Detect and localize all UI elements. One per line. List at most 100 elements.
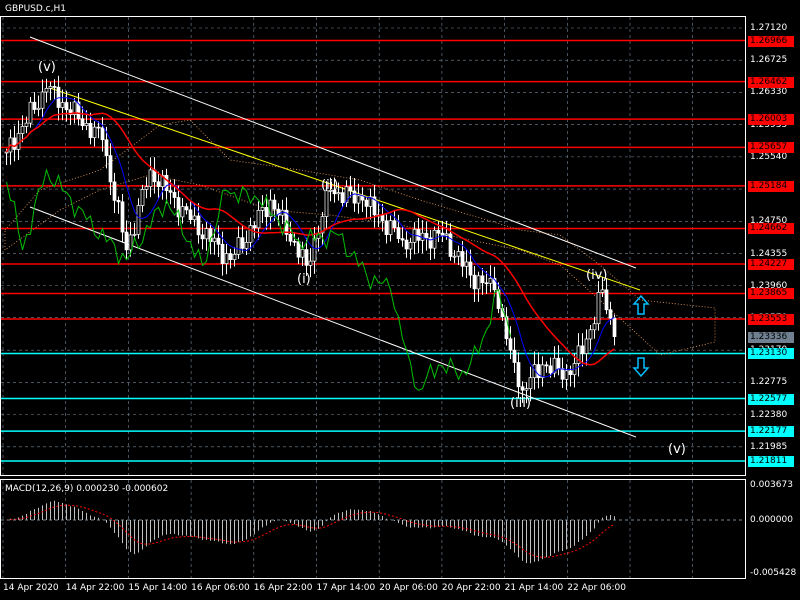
candle-body [356, 195, 361, 204]
candle-body [44, 88, 49, 93]
candle-body [88, 122, 93, 139]
candle-body [64, 102, 69, 111]
candle-body [476, 275, 481, 290]
candle-body [80, 118, 85, 127]
candle-body [232, 253, 237, 260]
candle-body [164, 174, 169, 192]
candle-body [216, 237, 221, 245]
time-axis-label: 22 Apr 06:00 [567, 583, 626, 593]
price-tick-label: 1.21985 [750, 441, 788, 452]
candle-body [424, 232, 429, 239]
candle-body [148, 169, 153, 187]
candle-body [580, 345, 585, 355]
candle-body [204, 228, 209, 240]
main-pane-border [0, 16, 746, 476]
candle-body [312, 238, 317, 262]
candle-body [340, 192, 345, 204]
candle-body [144, 186, 149, 190]
candle-body [408, 242, 413, 250]
price-tick-label: 1.22775 [750, 377, 788, 388]
candle-body [452, 255, 457, 258]
candle-body [132, 233, 137, 236]
candle-body [292, 240, 297, 243]
support-price-label: 1.23130 [748, 348, 794, 360]
chart-window[interactable]: GBPUSD.c,H1 MACD(12,26,9) 0.000230 -0.00… [0, 0, 800, 600]
candle-body [244, 242, 249, 249]
candle-body [200, 234, 205, 240]
candle-body [40, 91, 45, 109]
candle-body [20, 126, 25, 134]
candle-body [136, 205, 141, 235]
candle-body [192, 215, 197, 221]
candle-body [128, 234, 133, 251]
time-axis-label: 17 Apr 14:00 [316, 583, 376, 593]
candle-body [240, 237, 245, 249]
macd-tick-label: -0.005428 [750, 568, 797, 578]
candle-body [380, 214, 385, 222]
resistance-price-label: 1.26003 [748, 114, 794, 126]
candle-body [364, 199, 369, 207]
candle-body [348, 186, 353, 192]
candle-body [520, 386, 525, 391]
candle-body [488, 277, 493, 284]
candle-body [220, 243, 225, 264]
resistance-price-label: 1.25657 [748, 142, 794, 154]
candle-body [560, 368, 565, 380]
candle-body [140, 189, 145, 206]
candle-body [180, 206, 185, 218]
candle-body [508, 338, 513, 351]
macd-label: MACD(12,26,9) 0.000230 -0.000602 [5, 484, 169, 494]
candle-body [596, 292, 601, 325]
candle-body [92, 126, 97, 139]
candle-body [300, 249, 305, 258]
candle-body [304, 249, 309, 266]
candle-body [396, 227, 401, 239]
candle-body [248, 225, 253, 243]
candle-body [516, 362, 521, 388]
channel-line [29, 206, 637, 438]
candle-body [112, 181, 117, 201]
current-price-label: 1.23336 [748, 331, 794, 343]
support-price-label: 1.21811 [748, 456, 794, 468]
candle-body [168, 190, 173, 193]
candle-body [236, 237, 241, 255]
candle-body [124, 231, 129, 251]
time-axis-label: 14 Apr 22:00 [65, 583, 125, 593]
candle-body [464, 261, 469, 267]
candle-body [588, 329, 593, 340]
arrow-up-icon [632, 294, 650, 315]
resistance-price-label: 1.24662 [748, 223, 794, 235]
candle-body [184, 206, 189, 211]
wave-label: (iii) [510, 396, 531, 411]
time-axis-label: 21 Apr 14:00 [504, 583, 564, 593]
candle-body [120, 201, 125, 233]
candle-body [612, 317, 617, 337]
candle-body [188, 209, 193, 221]
candle-body [324, 190, 329, 217]
price-tick-label: 1.24355 [750, 248, 788, 259]
price-tick-label: 1.26330 [750, 87, 788, 98]
wave-label: (v) [38, 60, 56, 75]
candle-body [28, 101, 33, 124]
price-tick-label: 1.22380 [750, 409, 788, 420]
candle-body [104, 139, 109, 156]
candle-body [352, 190, 357, 204]
arrow-down-icon [632, 357, 650, 378]
candle-body [212, 237, 217, 243]
candle-body [36, 107, 41, 110]
candle-body [96, 126, 101, 129]
wave-label: (v) [668, 442, 686, 457]
chart-canvas[interactable] [0, 0, 800, 600]
candle-body [544, 364, 549, 367]
wave-label: (iv) [586, 268, 608, 283]
resistance-price-label: 1.26462 [748, 76, 794, 88]
candle-body [472, 274, 477, 290]
candle-body [228, 253, 233, 260]
candle-body [84, 122, 89, 127]
candle-body [256, 210, 261, 229]
candle-body [568, 370, 573, 376]
time-axis-label: 20 Apr 22:00 [441, 583, 501, 593]
resistance-price-label: 1.23553 [748, 313, 794, 325]
candle-body [480, 275, 485, 284]
candle-body [12, 137, 17, 150]
